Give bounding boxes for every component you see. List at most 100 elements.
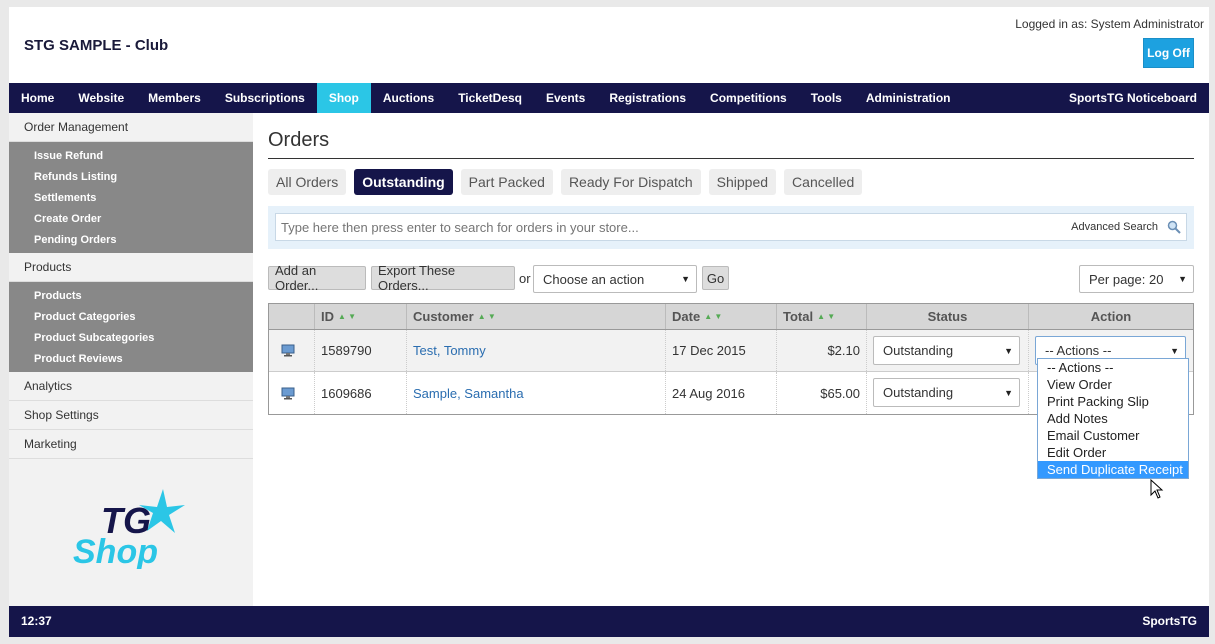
nav-members[interactable]: Members [136,83,213,113]
sidebar-item-product-subcategories[interactable]: Product Subcategories [9,327,253,348]
order-management-submenu: Issue Refund Refunds Listing Settlements… [9,142,253,253]
table-header: ID ▲ ▼ Customer ▲ ▼ Date ▲ ▼ Total ▲ ▼ Statu… [269,304,1193,330]
order-date: 17 Dec 2015 [666,330,777,371]
row-icon-cell[interactable] [269,330,315,371]
order-tabs: All Orders Outstanding Part Packed Ready… [268,169,863,195]
nav-registrations[interactable]: Registrations [597,83,698,113]
bulk-action-value: Choose an action [543,271,645,287]
sidebar-order-management[interactable]: Order Management [9,113,253,142]
export-orders-button[interactable]: Export These Orders... [371,263,515,293]
sidebar-products[interactable]: Products [9,253,253,282]
page-title: Orders [268,129,330,151]
action-option-send-duplicate-receipt[interactable]: Send Duplicate Receipt [1038,461,1188,478]
nav-competitions[interactable]: Competitions [698,83,799,113]
search-icon[interactable] [1167,220,1181,234]
products-submenu: Products Product Categories Product Subc… [9,282,253,372]
sidebar-item-products[interactable]: Products [9,285,253,306]
action-option-print-packing-slip[interactable]: Print Packing Slip [1038,393,1188,410]
advanced-search-link[interactable]: Advanced Search [1071,221,1158,233]
or-label: or [519,271,531,286]
footer-time: 12:37 [21,614,52,628]
chevron-down-icon: ▼ [1178,274,1187,284]
logoff-button[interactable]: Log Off [1143,38,1194,68]
order-total: $65.00 [777,372,867,414]
sort-icon: ▲ ▼ [338,312,357,321]
order-search-input[interactable] [281,218,1051,236]
per-page-select[interactable]: Per page: 20 ▼ [1079,265,1194,293]
sidebar-marketing[interactable]: Marketing [9,430,253,459]
customer-cell: Test, Tommy [407,330,666,371]
chevron-down-icon: ▼ [1170,345,1179,356]
col-total[interactable]: Total ▲ ▼ [777,304,867,329]
action-option-default[interactable]: -- Actions -- [1038,359,1188,376]
sidebar-shop-settings[interactable]: Shop Settings [9,401,253,430]
col-id[interactable]: ID ▲ ▼ [315,304,407,329]
status-cell: Outstanding ▼ [867,330,1029,371]
sidebar-item-product-reviews[interactable]: Product Reviews [9,348,253,369]
tab-cancelled[interactable]: Cancelled [784,169,863,195]
col-customer[interactable]: Customer ▲ ▼ [407,304,666,329]
monitor-icon[interactable] [281,387,295,400]
app-frame: STG SAMPLE - Club Logged in as: System A… [9,7,1209,637]
nav-home[interactable]: Home [9,83,66,113]
tg-shop-logo: TG Shop [73,489,185,569]
monitor-icon[interactable] [281,344,295,357]
sidebar-item-create-order[interactable]: Create Order [9,208,253,229]
search-panel: Advanced Search [268,206,1194,249]
go-button[interactable]: Go [702,266,729,290]
action-dropdown-menu: -- Actions -- View Order Print Packing S… [1037,358,1189,479]
action-option-email-customer[interactable]: Email Customer [1038,427,1188,444]
action-option-view-order[interactable]: View Order [1038,376,1188,393]
footer-brand: SportsTG [1142,614,1197,628]
sidebar-analytics[interactable]: Analytics [9,372,253,401]
col-date[interactable]: Date ▲ ▼ [666,304,777,329]
nav-events[interactable]: Events [534,83,597,113]
customer-link[interactable]: Sample, Samantha [413,386,524,401]
row-icon-cell[interactable] [269,372,315,414]
title-divider [268,158,1194,159]
chevron-down-icon: ▼ [1004,345,1013,356]
nav-website[interactable]: Website [66,83,136,113]
status-value: Outstanding [883,343,954,358]
nav-administration[interactable]: Administration [854,83,963,113]
nav-noticeboard[interactable]: SportsTG Noticeboard [1057,83,1209,113]
sidebar-item-settlements[interactable]: Settlements [9,187,253,208]
bulk-action-select[interactable]: Choose an action ▼ [533,265,697,293]
sort-icon: ▲ ▼ [704,312,723,321]
sidebar-item-pending-orders[interactable]: Pending Orders [9,229,253,250]
status-select[interactable]: Outstanding ▼ [873,336,1020,365]
status-select[interactable]: Outstanding ▼ [873,378,1020,407]
sidebar: Order Management Issue Refund Refunds Li… [9,113,253,606]
sidebar-item-issue-refund[interactable]: Issue Refund [9,145,253,166]
customer-link[interactable]: Test, Tommy [413,343,486,358]
nav-ticketdesq[interactable]: TicketDesq [446,83,534,113]
nav-subscriptions[interactable]: Subscriptions [213,83,317,113]
nav-auctions[interactable]: Auctions [371,83,446,113]
chevron-down-icon: ▼ [681,274,690,284]
tab-shipped[interactable]: Shipped [708,169,777,195]
search-box: Advanced Search [275,213,1187,241]
logged-in-label: Logged in as: System Administrator [1015,17,1204,31]
nav-shop[interactable]: Shop [316,83,371,113]
status-value: Outstanding [883,385,954,400]
orders-toolbar: Add an Order... Export These Orders... o… [268,263,1194,293]
action-option-add-notes[interactable]: Add Notes [1038,410,1188,427]
col-status: Status [867,304,1029,329]
top-bar: STG SAMPLE - Club Logged in as: System A… [9,7,1209,83]
tab-all-orders[interactable]: All Orders [268,169,347,195]
sort-icon: ▲ ▼ [477,312,496,321]
sidebar-item-product-categories[interactable]: Product Categories [9,306,253,327]
mouse-cursor-icon [1150,479,1164,499]
customer-cell: Sample, Samantha [407,372,666,414]
col-action: Action [1090,309,1132,324]
sidebar-item-refunds-listing[interactable]: Refunds Listing [9,166,253,187]
add-order-button[interactable]: Add an Order... [268,263,366,293]
tab-outstanding[interactable]: Outstanding [354,169,453,195]
action-option-edit-order[interactable]: Edit Order [1038,444,1188,461]
nav-tools[interactable]: Tools [799,83,854,113]
chevron-down-icon: ▼ [1004,387,1013,398]
tab-part-packed[interactable]: Part Packed [460,169,553,195]
svg-text:Shop: Shop [73,533,158,569]
status-cell: Outstanding ▼ [867,372,1029,414]
tab-ready-for-dispatch[interactable]: Ready For Dispatch [560,169,701,195]
